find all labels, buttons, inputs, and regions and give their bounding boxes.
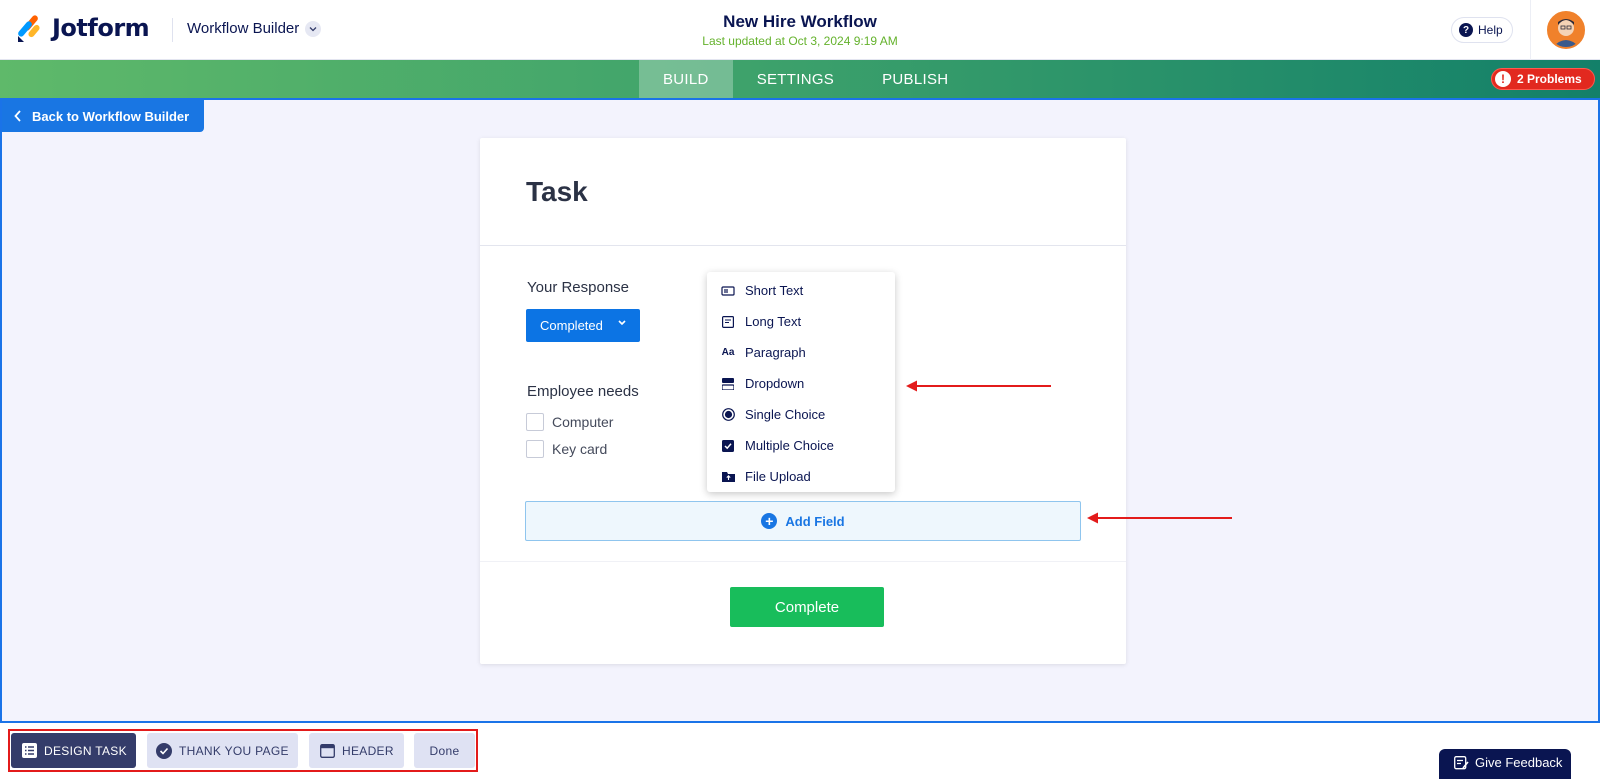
- chevron-left-icon: [14, 110, 21, 122]
- back-label: Back to Workflow Builder: [32, 108, 190, 124]
- menu-item-label: Long Text: [745, 314, 802, 329]
- design-task-label: DESIGN TASK: [44, 743, 127, 758]
- upload-icon: [721, 470, 735, 484]
- thank-you-page-button[interactable]: THANK YOU PAGE: [147, 733, 298, 768]
- header-separator: [1530, 0, 1531, 60]
- plus-circle-icon: +: [761, 513, 778, 529]
- task-title[interactable]: Task: [526, 176, 588, 208]
- menu-item-label: Single Choice: [745, 407, 826, 422]
- menu-item-multiple-choice[interactable]: Multiple Choice: [707, 430, 895, 461]
- tab-build[interactable]: BUILD: [639, 60, 733, 98]
- menu-item-label: Multiple Choice: [745, 438, 834, 453]
- card-divider: [480, 245, 1126, 246]
- last-updated-text: Last updated at Oct 3, 2024 9:19 AM: [702, 34, 898, 48]
- problems-label: 2 Problems: [1517, 72, 1582, 86]
- nav-tabs: BUILD SETTINGS PUBLISH: [639, 60, 972, 98]
- menu-item-long-text[interactable]: Long Text: [707, 306, 895, 337]
- problems-badge[interactable]: ! 2 Problems: [1491, 68, 1595, 90]
- add-field-button[interactable]: + Add Field: [525, 501, 1081, 541]
- give-feedback-button[interactable]: Give Feedback: [1439, 749, 1571, 779]
- employee-needs-label: Employee needs: [527, 383, 639, 400]
- brand-name: Jotform: [52, 14, 150, 42]
- feedback-icon: [1453, 755, 1469, 771]
- top-header: Jotform Workflow Builder New Hire Workfl…: [0, 0, 1600, 60]
- menu-item-single-choice[interactable]: Single Choice: [707, 399, 895, 430]
- paragraph-icon: Aa: [721, 347, 735, 358]
- tab-publish[interactable]: PUBLISH: [858, 60, 972, 98]
- alert-icon: !: [1495, 71, 1511, 87]
- avatar-icon: [1549, 13, 1583, 47]
- checkbox-box[interactable]: [526, 413, 544, 431]
- checkbox-label: Computer: [552, 414, 614, 430]
- menu-item-file-upload[interactable]: File Upload: [707, 461, 895, 492]
- annotation-arrow-add-field: [1087, 512, 1232, 524]
- jotform-logo[interactable]: Jotform: [16, 14, 150, 42]
- help-label: Help: [1478, 23, 1503, 37]
- workflow-title-block: New Hire Workflow Last updated at Oct 3,…: [600, 12, 1000, 48]
- response-value: Completed: [540, 318, 603, 333]
- help-button[interactable]: ? Help: [1451, 17, 1513, 43]
- radio-icon: [721, 408, 735, 422]
- menu-item-label: Dropdown: [745, 376, 805, 391]
- header-layout-icon: [319, 743, 335, 759]
- checkbox-computer[interactable]: Computer: [526, 413, 613, 431]
- checkbox-label: Key card: [552, 441, 608, 457]
- help-icon: ?: [1459, 23, 1473, 37]
- long-text-icon: [721, 315, 735, 329]
- avatar[interactable]: [1547, 11, 1585, 49]
- jotform-logo-icon: [18, 15, 40, 42]
- give-feedback-label: Give Feedback: [1475, 755, 1563, 770]
- done-button[interactable]: Done: [414, 733, 475, 768]
- checkbox-box[interactable]: [526, 440, 544, 458]
- header-label: HEADER: [342, 743, 394, 758]
- builder-nav-bar: BUILD SETTINGS PUBLISH: [0, 60, 1600, 98]
- menu-item-dropdown[interactable]: Dropdown: [707, 368, 895, 399]
- check-circle-icon: [156, 742, 172, 759]
- back-to-workflow-button[interactable]: Back to Workflow Builder: [2, 100, 205, 132]
- form-list-icon: [21, 743, 37, 759]
- checkbox-key-card[interactable]: Key card: [526, 440, 607, 458]
- dropdown-icon: [721, 377, 735, 391]
- menu-item-short-text[interactable]: Short Text: [707, 275, 895, 306]
- checkbox-icon: [721, 439, 735, 453]
- header-divider: [172, 18, 173, 42]
- field-type-menu: Short Text Long Text Aa Paragraph Dropdo…: [707, 272, 895, 492]
- menu-item-label: Paragraph: [745, 345, 806, 360]
- workflow-title[interactable]: New Hire Workflow: [600, 12, 1000, 32]
- thank-you-page-label: THANK YOU PAGE: [179, 743, 289, 758]
- short-text-icon: [721, 284, 735, 298]
- app-switcher-label: Workflow Builder: [187, 20, 300, 37]
- menu-item-paragraph[interactable]: Aa Paragraph: [707, 337, 895, 368]
- card-footer-divider: [480, 561, 1126, 562]
- menu-item-label: File Upload: [745, 469, 811, 484]
- chevron-down-icon: [618, 320, 626, 326]
- chevron-down-icon: [305, 20, 322, 37]
- design-task-button[interactable]: DESIGN TASK: [11, 733, 136, 768]
- app-switcher[interactable]: Workflow Builder: [187, 20, 322, 37]
- complete-button[interactable]: Complete: [730, 587, 884, 627]
- response-label: Your Response: [527, 279, 630, 296]
- add-field-label: Add Field: [785, 513, 845, 529]
- menu-item-label: Short Text: [745, 283, 804, 298]
- header-button[interactable]: HEADER: [309, 733, 404, 768]
- annotation-arrow-menu: [906, 380, 1051, 392]
- tab-settings[interactable]: SETTINGS: [733, 60, 858, 98]
- response-dropdown[interactable]: Completed: [526, 309, 640, 342]
